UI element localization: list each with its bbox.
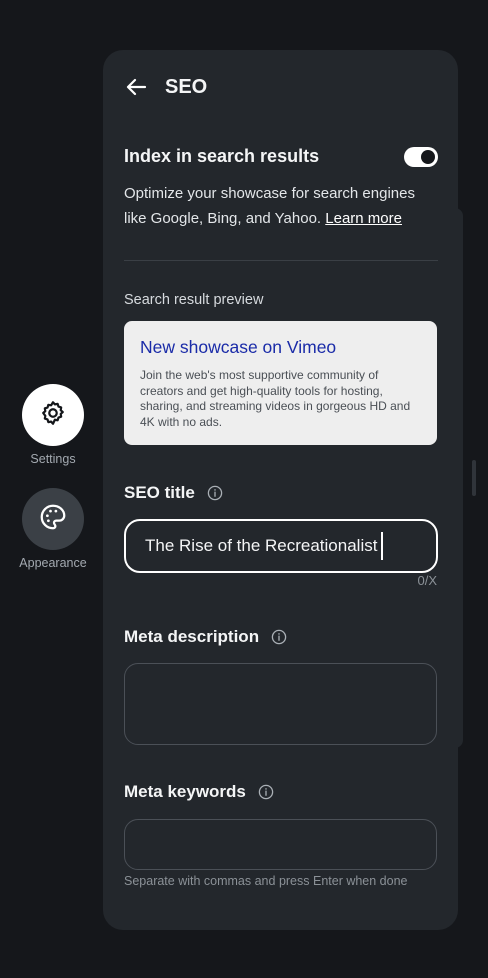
preview-label: Search result preview	[124, 292, 264, 308]
scrollbar-thumb[interactable]	[472, 460, 476, 496]
index-desc-line2: like Google, Bing, and Yahoo.	[124, 210, 322, 227]
panel-header: SEO	[125, 74, 207, 100]
meta-keywords-input[interactable]	[124, 819, 437, 870]
gear-icon	[39, 399, 67, 432]
meta-keywords-label: Meta keywords	[124, 782, 274, 802]
index-title: Index in search results	[124, 146, 320, 166]
settings-button[interactable]	[22, 384, 84, 446]
index-desc-line1: Optimize your showcase for search engine…	[124, 185, 415, 202]
toggle-knob	[421, 149, 435, 164]
seo-title-input[interactable]: The Rise of the Recreationalist	[124, 519, 438, 573]
learn-more-link[interactable]: Learn more	[325, 210, 402, 227]
arrow-left-icon[interactable]	[125, 74, 151, 100]
appearance-button[interactable]	[22, 488, 84, 550]
preview-description: Join the web's most supportive community…	[140, 368, 411, 429]
meta-keywords-text: Meta keywords	[124, 782, 246, 801]
preview-title: New showcase on Vimeo	[140, 337, 337, 357]
palette-icon	[38, 502, 68, 537]
character-counter: 0/X	[417, 573, 437, 588]
app-root: Settings Appearance SEO Index in search …	[0, 0, 488, 978]
text-caret	[381, 532, 384, 560]
divider	[124, 260, 438, 261]
index-description: Optimize your showcase for search engine…	[124, 181, 442, 231]
search-preview-card: New showcase on Vimeo Join the web's mos…	[124, 321, 437, 445]
info-icon[interactable]	[207, 485, 223, 501]
seo-title-label: SEO title	[124, 483, 223, 503]
meta-description-textarea[interactable]	[124, 663, 437, 745]
info-icon[interactable]	[271, 629, 287, 645]
index-toggle[interactable]	[404, 146, 438, 167]
meta-description-text: Meta description	[124, 627, 260, 646]
seo-title-value: The Rise of the Recreationalist	[145, 536, 378, 555]
seo-title-text: SEO title	[124, 483, 195, 502]
keywords-hint: Separate with commas and press Enter whe…	[124, 874, 408, 888]
info-icon[interactable]	[258, 784, 274, 800]
index-row: Index in search results	[124, 146, 438, 167]
page-title: SEO	[165, 75, 208, 98]
settings-label: Settings	[30, 452, 76, 466]
meta-description-label: Meta description	[124, 627, 287, 647]
appearance-label: Appearance	[19, 556, 87, 570]
